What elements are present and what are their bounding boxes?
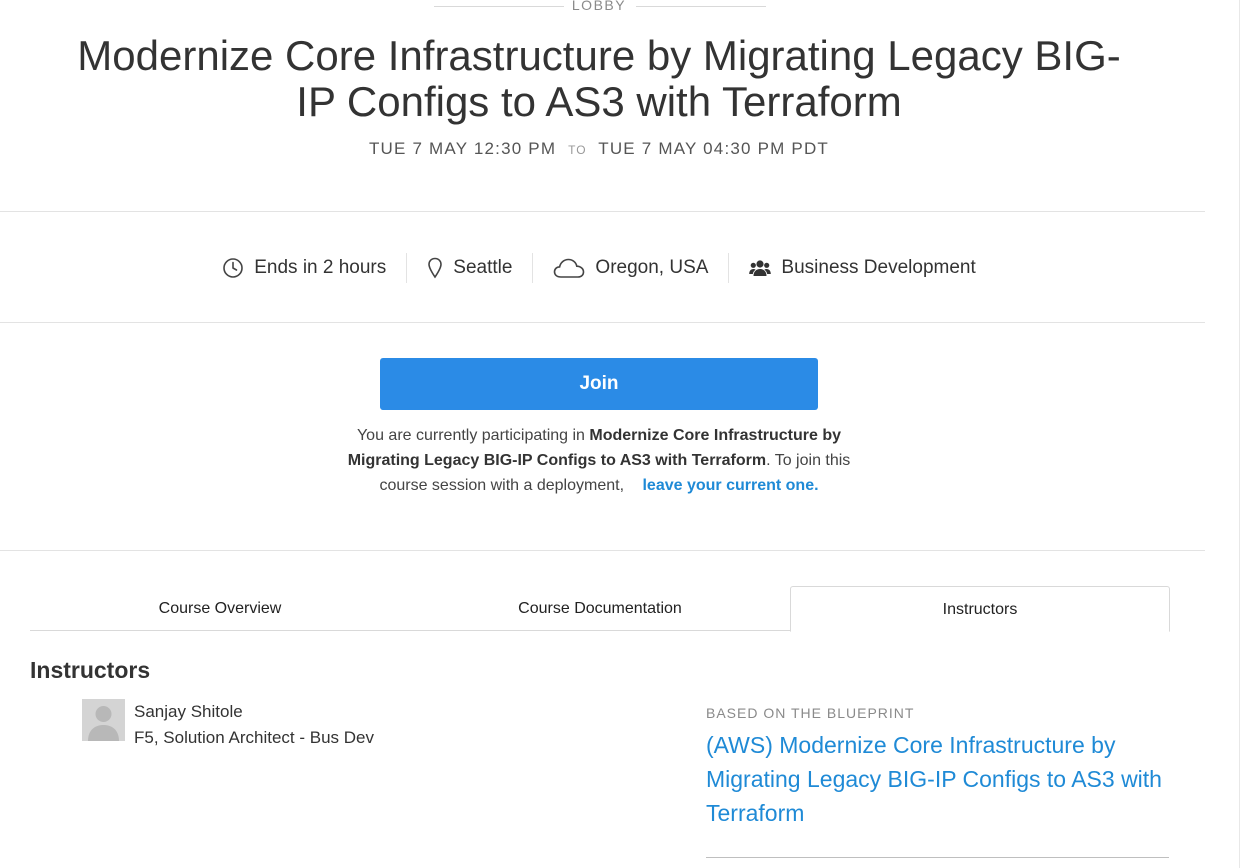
cloud-icon: [553, 257, 585, 279]
department: Business Development: [729, 252, 995, 284]
course-tabs: Course Overview Course Documentation Ins…: [30, 586, 1170, 632]
to-label: TO: [568, 143, 587, 157]
divider: [706, 857, 1169, 858]
user-silhouette-icon: [88, 706, 119, 741]
region: Oregon, USA: [533, 252, 728, 284]
instructor-role: F5, Solution Architect - Bus Dev: [134, 728, 374, 747]
page-title: Modernize Core Infrastructure by Migrati…: [77, 32, 1121, 125]
start-time: TUE 7 MAY 12:30 PM: [368, 139, 557, 158]
divider: [0, 211, 1205, 212]
users-icon: [749, 259, 772, 277]
clock-icon: [222, 257, 244, 279]
map-pin-icon: [427, 257, 443, 279]
department-text: Business Development: [781, 257, 976, 278]
participation-notice: You are currently participating in Moder…: [330, 423, 868, 498]
divider: [0, 322, 1205, 323]
instructor-name: Sanjay Shitole: [134, 702, 243, 721]
tab-course-overview[interactable]: Course Overview: [30, 586, 410, 630]
end-time: TUE 7 MAY 04:30 PM PDT: [598, 139, 830, 158]
ends-in-text: Ends in 2 hours: [254, 257, 387, 278]
lobby-label: LOBBY: [571, 0, 627, 13]
notice-prefix: You are currently participating in: [356, 427, 585, 444]
ends-in: Ends in 2 hours: [202, 252, 406, 284]
lobby-header: LOBBY: [0, 0, 1198, 17]
leave-session-link[interactable]: leave your current one.: [642, 477, 818, 494]
avatar: [82, 699, 125, 741]
session-timeline: TUE 7 MAY 12:30 PM TO TUE 7 MAY 04:30 PM…: [0, 139, 1198, 159]
blueprint-label: BASED ON THE BLUEPRINT: [706, 705, 915, 721]
location-text: Seattle: [453, 257, 513, 278]
divider: [0, 550, 1205, 551]
divider: [636, 6, 766, 7]
instructors-heading: Instructors: [30, 657, 151, 683]
join-button[interactable]: Join: [380, 358, 818, 410]
instructor-card: Sanjay Shitole F5, Solution Architect - …: [82, 699, 442, 747]
blueprint-link[interactable]: (AWS) Modernize Core Infrastructure by M…: [706, 728, 1168, 830]
tab-course-documentation[interactable]: Course Documentation: [410, 586, 790, 630]
tab-instructors[interactable]: Instructors: [790, 586, 1170, 632]
region-text: Oregon, USA: [595, 257, 709, 278]
session-meta: Ends in 2 hours Seattle Oregon, USA Busi…: [0, 246, 1198, 290]
location: Seattle: [407, 252, 532, 284]
tab-baseline: [30, 630, 790, 631]
